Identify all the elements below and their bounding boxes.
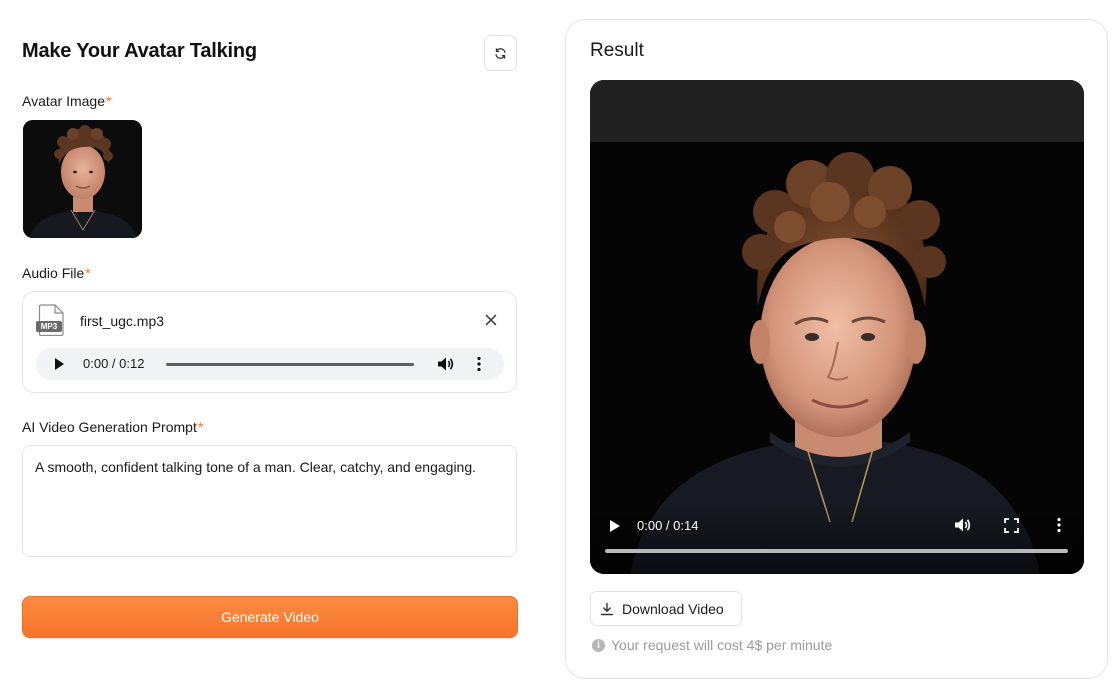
- cost-text: Your request will cost 4$ per minute: [611, 637, 833, 653]
- page-title: Make Your Avatar Talking: [22, 40, 257, 62]
- video-controls-shade: [590, 500, 1084, 574]
- result-video-player[interactable]: 0:00 / 0:14: [590, 80, 1084, 574]
- download-video-label: Download Video: [622, 601, 724, 617]
- audio-file-card: MP3 first_ugc.mp3 0:00 / 0:12: [22, 291, 517, 393]
- audio-file-label: Audio File*: [22, 265, 91, 281]
- info-icon: i: [592, 638, 605, 652]
- more-vertical-icon[interactable]: [1056, 517, 1062, 533]
- video-time: 0:00 / 0:14: [637, 518, 699, 533]
- mp3-badge-label: MP3: [40, 322, 58, 331]
- audio-file-name: first_ugc.mp3: [80, 313, 165, 329]
- required-mark: *: [197, 419, 204, 435]
- volume-icon[interactable]: [954, 517, 972, 533]
- generate-video-button[interactable]: Generate Video: [22, 596, 518, 638]
- refresh-icon: [495, 47, 506, 59]
- audio-player: 0:00 / 0:12: [36, 348, 504, 380]
- avatar-form: Make Your Avatar Talking Avatar Image* A…: [22, 0, 518, 696]
- cost-note: i Your request will cost 4$ per minute: [592, 637, 832, 653]
- prompt-input[interactable]: A smooth, confident talking tone of a ma…: [22, 445, 517, 557]
- reset-button[interactable]: [484, 35, 517, 71]
- close-icon: [485, 314, 497, 326]
- volume-icon[interactable]: [437, 356, 455, 372]
- mp3-file-icon: MP3: [36, 304, 66, 337]
- prompt-label: AI Video Generation Prompt*: [22, 419, 204, 435]
- result-title: Result: [590, 40, 644, 61]
- result-panel: Result 0:00 / 0:14 Download Video i Your…: [565, 19, 1108, 679]
- download-video-button[interactable]: Download Video: [590, 591, 742, 626]
- more-vertical-icon[interactable]: [476, 356, 482, 372]
- avatar-portrait: [23, 120, 142, 238]
- avatar-image-label: Avatar Image*: [22, 93, 112, 109]
- required-mark: *: [106, 93, 112, 109]
- video-seek-bar[interactable]: [605, 549, 1068, 553]
- download-icon: [600, 602, 614, 616]
- audio-time: 0:00 / 0:12: [83, 356, 145, 371]
- required-mark: *: [85, 265, 91, 281]
- remove-audio-button[interactable]: [482, 311, 500, 329]
- play-icon[interactable]: [55, 358, 64, 370]
- fullscreen-icon[interactable]: [1004, 518, 1019, 533]
- avatar-image-thumbnail[interactable]: [23, 120, 142, 238]
- play-icon[interactable]: [610, 520, 620, 532]
- video-letterbox: [590, 80, 1084, 142]
- audio-seek-bar[interactable]: [166, 363, 414, 366]
